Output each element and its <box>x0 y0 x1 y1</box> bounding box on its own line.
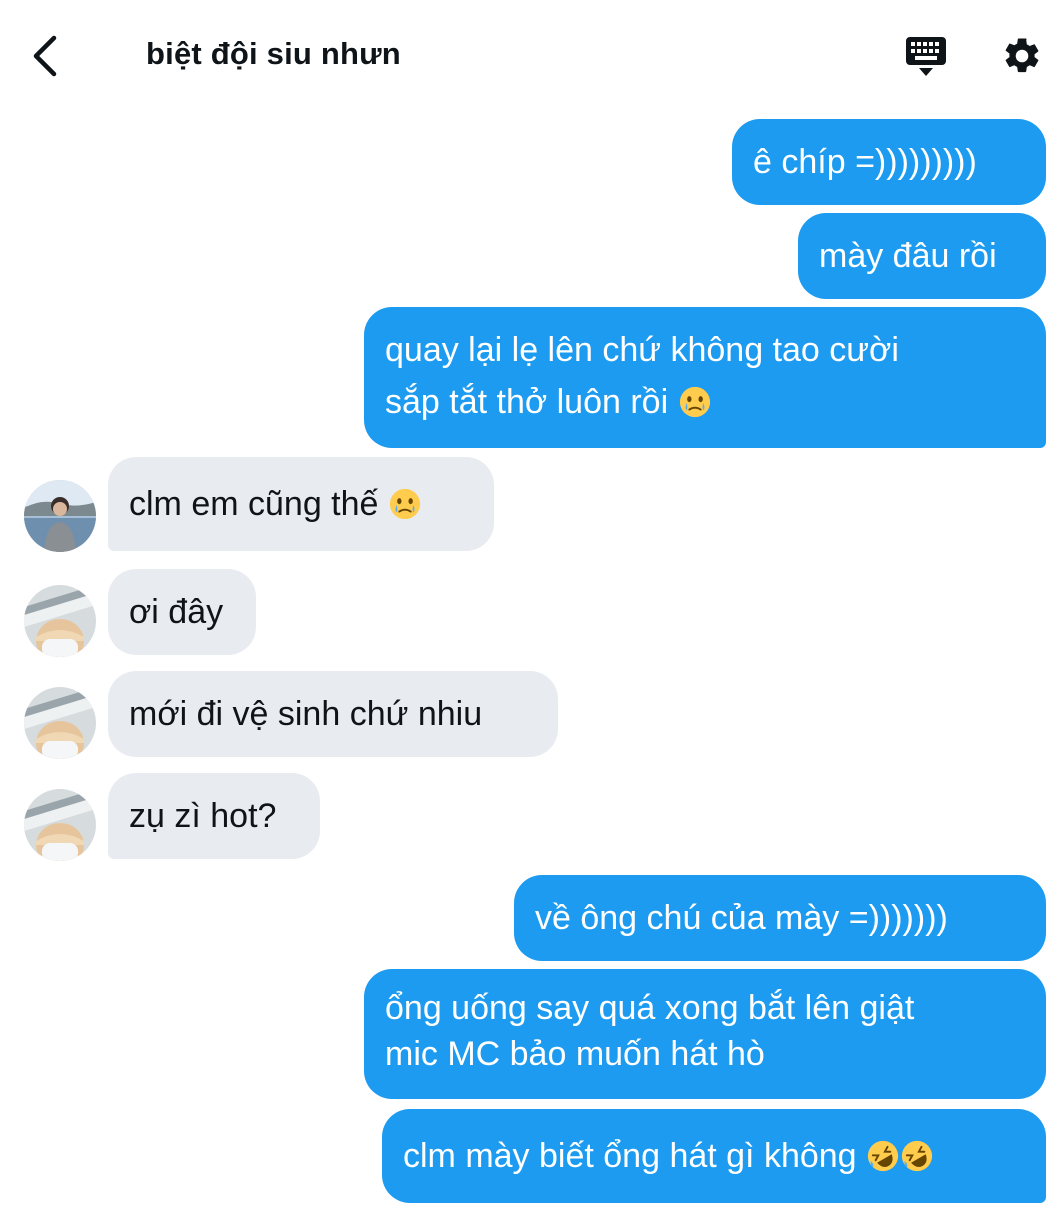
face-holding-back-tears-icon <box>679 386 710 418</box>
message-bubble-incoming[interactable]: zụ zì hot? <box>108 773 320 859</box>
conversation-header: biệt đội siu nhưn <box>0 0 1058 112</box>
gear-icon <box>1005 38 1039 73</box>
message-text: mới đi vệ sinh chứ nhiu <box>129 695 483 733</box>
message-bubble-outgoing[interactable]: về ông chú của mày =))))))) <box>514 875 1046 961</box>
message-text: clm mày biết ổng hát gì không <box>403 1137 857 1175</box>
message-text: mày đâu rồi <box>819 237 997 275</box>
back-button[interactable] <box>22 30 68 82</box>
message-bubble-outgoing[interactable]: quay lại lẹ lên chứ không tao cười sắp t… <box>364 307 1046 448</box>
face-holding-back-tears-icon <box>389 488 421 520</box>
avatar[interactable] <box>24 687 96 759</box>
message-text: clm em cũng thế <box>129 485 379 523</box>
message-bubble-outgoing[interactable]: mày đâu rồi <box>798 213 1046 299</box>
message-text-line: sắp tắt thở luôn rồi <box>385 376 1025 428</box>
message-text-line: quay lại lẹ lên chứ không tao cười <box>385 331 899 369</box>
avatar[interactable] <box>24 585 96 657</box>
message-text-line: ổng uống say quá xong bắt lên giật <box>385 989 915 1027</box>
rolling-on-floor-laughing-icon <box>867 1140 899 1172</box>
avatar-photo <box>24 480 96 552</box>
conversation-title: biệt đội siu nhưn <box>146 36 401 71</box>
message-bubble-incoming[interactable]: clm em cũng thế <box>108 457 494 551</box>
message-text: về ông chú của mày =))))))) <box>535 899 948 937</box>
message-bubble-outgoing[interactable]: clm mày biết ổng hát gì không <box>382 1109 1046 1203</box>
chevron-left-icon <box>33 35 57 77</box>
rolling-on-floor-laughing-icon <box>901 1140 933 1172</box>
message-bubble-outgoing[interactable]: ổng uống say quá xong bắt lên giật mic M… <box>364 969 1046 1099</box>
message-text-line: mic MC bảo muốn hát hò <box>385 1035 765 1073</box>
avatar-photo <box>24 789 96 861</box>
keyboard-shortcuts-button[interactable] <box>900 30 952 82</box>
avatar[interactable] <box>24 480 96 552</box>
avatar-photo <box>24 585 96 657</box>
message-text: ơi đây <box>129 593 224 631</box>
avatar[interactable] <box>24 789 96 861</box>
keyboard-icon <box>906 37 946 76</box>
message-bubble-outgoing[interactable]: ê chíp =))))))))) <box>732 119 1046 205</box>
message-bubble-incoming[interactable]: ơi đây <box>108 569 256 655</box>
message-text: zụ zì hot? <box>129 797 277 835</box>
avatar-photo <box>24 687 96 759</box>
message-bubble-incoming[interactable]: mới đi vệ sinh chứ nhiu <box>108 671 558 757</box>
settings-button[interactable] <box>996 30 1048 82</box>
message-text: ê chíp =))))))))) <box>753 143 977 181</box>
